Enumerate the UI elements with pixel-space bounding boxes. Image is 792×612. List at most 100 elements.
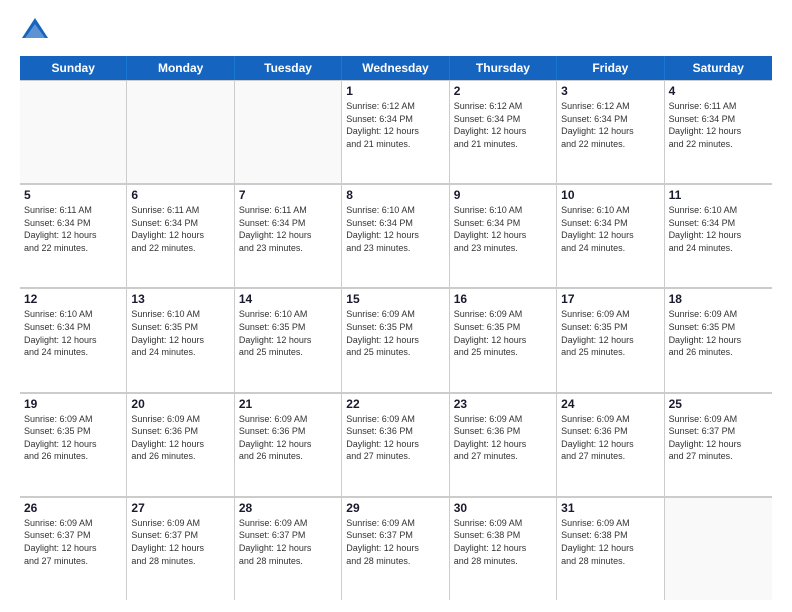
logo <box>20 16 54 46</box>
calendar-cell <box>665 497 772 600</box>
calendar-row: 12Sunrise: 6:10 AMSunset: 6:34 PMDayligh… <box>20 288 772 392</box>
day-number: 24 <box>561 397 659 411</box>
day-number: 7 <box>239 188 337 202</box>
calendar-cell: 1 Sunrise: 6:12 AMSunset: 6:34 PMDaylight… <box>342 80 449 183</box>
calendar-cell: 12Sunrise: 6:10 AMSunset: 6:34 PMDayligh… <box>20 288 127 391</box>
calendar-header-cell: Wednesday <box>342 56 449 80</box>
calendar-cell: 31 Sunrise: 6:09 AMSunset: 6:38 PMDayligh… <box>557 497 664 600</box>
day-number: 21 <box>239 397 337 411</box>
day-number: 3 <box>561 84 659 98</box>
cell-info: Sunrise: 6:10 AMSunset: 6:34 PMDaylight:… <box>346 204 444 254</box>
cell-info: Sunrise: 6:12 AMSunset: 6:34 PMDaylight:… <box>454 100 552 150</box>
calendar-cell: 8Sunrise: 6:10 AMSunset: 6:34 PMDaylight… <box>342 184 449 287</box>
day-number: 17 <box>561 292 659 306</box>
day-number: 25 <box>669 397 768 411</box>
calendar-cell: 2Sunrise: 6:12 AMSunset: 6:34 PMDaylight… <box>450 80 557 183</box>
day-number: 20 <box>131 397 229 411</box>
calendar-cell: 11 Sunrise: 6:10 AMSunset: 6:34 PMDayligh… <box>665 184 772 287</box>
calendar-cell: 20 Sunrise: 6:09 AMSunset: 6:36 PMDayligh… <box>127 393 234 496</box>
calendar-cell <box>235 80 342 183</box>
calendar-cell: 6 Sunrise: 6:11 AMSunset: 6:34 PMDaylight… <box>127 184 234 287</box>
calendar-header-cell: Tuesday <box>235 56 342 80</box>
cell-info: Sunrise: 6:09 AMSunset: 6:36 PMDaylight:… <box>561 413 659 463</box>
calendar-cell: 7 Sunrise: 6:11 AMSunset: 6:34 PMDaylight… <box>235 184 342 287</box>
calendar-header-cell: Friday <box>557 56 664 80</box>
cell-info: Sunrise: 6:10 AMSunset: 6:34 PMDaylight:… <box>454 204 552 254</box>
calendar-cell: 13 Sunrise: 6:10 AMSunset: 6:35 PMDayligh… <box>127 288 234 391</box>
calendar-cell: 4 Sunrise: 6:11 AMSunset: 6:34 PMDaylight… <box>665 80 772 183</box>
cell-info: Sunrise: 6:09 AMSunset: 6:35 PMDaylight:… <box>669 308 768 358</box>
day-number: 13 <box>131 292 229 306</box>
calendar-header-cell: Saturday <box>665 56 772 80</box>
day-number: 9 <box>454 188 552 202</box>
calendar-page: SundayMondayTuesdayWednesdayThursdayFrid… <box>0 0 792 612</box>
day-number: 26 <box>24 501 122 515</box>
calendar-cell: 21 Sunrise: 6:09 AMSunset: 6:36 PMDayligh… <box>235 393 342 496</box>
calendar-cell: 23 Sunrise: 6:09 AMSunset: 6:36 PMDayligh… <box>450 393 557 496</box>
cell-info: Sunrise: 6:10 AMSunset: 6:35 PMDaylight:… <box>131 308 229 358</box>
cell-info: Sunrise: 6:09 AMSunset: 6:37 PMDaylight:… <box>24 517 122 567</box>
day-number: 16 <box>454 292 552 306</box>
day-number: 28 <box>239 501 337 515</box>
day-number: 4 <box>669 84 768 98</box>
cell-info: Sunrise: 6:11 AMSunset: 6:34 PMDaylight:… <box>24 204 122 254</box>
cell-info: Sunrise: 6:09 AMSunset: 6:37 PMDaylight:… <box>239 517 337 567</box>
cell-info: Sunrise: 6:09 AMSunset: 6:36 PMDaylight:… <box>239 413 337 463</box>
calendar: SundayMondayTuesdayWednesdayThursdayFrid… <box>20 56 772 600</box>
calendar-cell: 28 Sunrise: 6:09 AMSunset: 6:37 PMDayligh… <box>235 497 342 600</box>
calendar-cell: 29Sunrise: 6:09 AMSunset: 6:37 PMDayligh… <box>342 497 449 600</box>
calendar-cell: 17 Sunrise: 6:09 AMSunset: 6:35 PMDayligh… <box>557 288 664 391</box>
cell-info: Sunrise: 6:11 AMSunset: 6:34 PMDaylight:… <box>131 204 229 254</box>
logo-icon <box>20 16 50 46</box>
cell-info: Sunrise: 6:09 AMSunset: 6:35 PMDaylight:… <box>346 308 444 358</box>
calendar-row: 1 Sunrise: 6:12 AMSunset: 6:34 PMDaylight… <box>20 80 772 184</box>
cell-info: Sunrise: 6:09 AMSunset: 6:36 PMDaylight:… <box>346 413 444 463</box>
calendar-cell: 25 Sunrise: 6:09 AMSunset: 6:37 PMDayligh… <box>665 393 772 496</box>
calendar-header-cell: Thursday <box>450 56 557 80</box>
cell-info: Sunrise: 6:09 AMSunset: 6:35 PMDaylight:… <box>24 413 122 463</box>
calendar-cell: 19Sunrise: 6:09 AMSunset: 6:35 PMDayligh… <box>20 393 127 496</box>
cell-info: Sunrise: 6:09 AMSunset: 6:37 PMDaylight:… <box>669 413 768 463</box>
day-number: 31 <box>561 501 659 515</box>
cell-info: Sunrise: 6:09 AMSunset: 6:35 PMDaylight:… <box>454 308 552 358</box>
calendar-header-cell: Sunday <box>20 56 127 80</box>
calendar-cell: 10Sunrise: 6:10 AMSunset: 6:34 PMDayligh… <box>557 184 664 287</box>
cell-info: Sunrise: 6:09 AMSunset: 6:35 PMDaylight:… <box>561 308 659 358</box>
calendar-body: 1 Sunrise: 6:12 AMSunset: 6:34 PMDaylight… <box>20 80 772 600</box>
cell-info: Sunrise: 6:09 AMSunset: 6:36 PMDaylight:… <box>131 413 229 463</box>
day-number: 11 <box>669 188 768 202</box>
day-number: 30 <box>454 501 552 515</box>
calendar-cell: 26 Sunrise: 6:09 AMSunset: 6:37 PMDayligh… <box>20 497 127 600</box>
day-number: 1 <box>346 84 444 98</box>
cell-info: Sunrise: 6:12 AMSunset: 6:34 PMDaylight:… <box>561 100 659 150</box>
cell-info: Sunrise: 6:12 AMSunset: 6:34 PMDaylight:… <box>346 100 444 150</box>
calendar-cell: 3 Sunrise: 6:12 AMSunset: 6:34 PMDaylight… <box>557 80 664 183</box>
day-number: 5 <box>24 188 122 202</box>
calendar-cell: 22Sunrise: 6:09 AMSunset: 6:36 PMDayligh… <box>342 393 449 496</box>
cell-info: Sunrise: 6:09 AMSunset: 6:37 PMDaylight:… <box>346 517 444 567</box>
calendar-header-cell: Monday <box>127 56 234 80</box>
cell-info: Sunrise: 6:09 AMSunset: 6:36 PMDaylight:… <box>454 413 552 463</box>
cell-info: Sunrise: 6:11 AMSunset: 6:34 PMDaylight:… <box>669 100 768 150</box>
day-number: 15 <box>346 292 444 306</box>
cell-info: Sunrise: 6:10 AMSunset: 6:35 PMDaylight:… <box>239 308 337 358</box>
calendar-cell: 9 Sunrise: 6:10 AMSunset: 6:34 PMDaylight… <box>450 184 557 287</box>
day-number: 27 <box>131 501 229 515</box>
day-number: 6 <box>131 188 229 202</box>
cell-info: Sunrise: 6:09 AMSunset: 6:37 PMDaylight:… <box>131 517 229 567</box>
day-number: 10 <box>561 188 659 202</box>
day-number: 12 <box>24 292 122 306</box>
calendar-row: 19Sunrise: 6:09 AMSunset: 6:35 PMDayligh… <box>20 393 772 497</box>
cell-info: Sunrise: 6:10 AMSunset: 6:34 PMDaylight:… <box>669 204 768 254</box>
calendar-cell: 15 Sunrise: 6:09 AMSunset: 6:35 PMDayligh… <box>342 288 449 391</box>
cell-info: Sunrise: 6:09 AMSunset: 6:38 PMDaylight:… <box>561 517 659 567</box>
calendar-cell: 5 Sunrise: 6:11 AMSunset: 6:34 PMDaylight… <box>20 184 127 287</box>
calendar-cell: 24 Sunrise: 6:09 AMSunset: 6:36 PMDayligh… <box>557 393 664 496</box>
cell-info: Sunrise: 6:09 AMSunset: 6:38 PMDaylight:… <box>454 517 552 567</box>
calendar-row: 5 Sunrise: 6:11 AMSunset: 6:34 PMDaylight… <box>20 184 772 288</box>
day-number: 18 <box>669 292 768 306</box>
calendar-header: SundayMondayTuesdayWednesdayThursdayFrid… <box>20 56 772 80</box>
cell-info: Sunrise: 6:11 AMSunset: 6:34 PMDaylight:… <box>239 204 337 254</box>
day-number: 23 <box>454 397 552 411</box>
calendar-row: 26 Sunrise: 6:09 AMSunset: 6:37 PMDayligh… <box>20 497 772 600</box>
